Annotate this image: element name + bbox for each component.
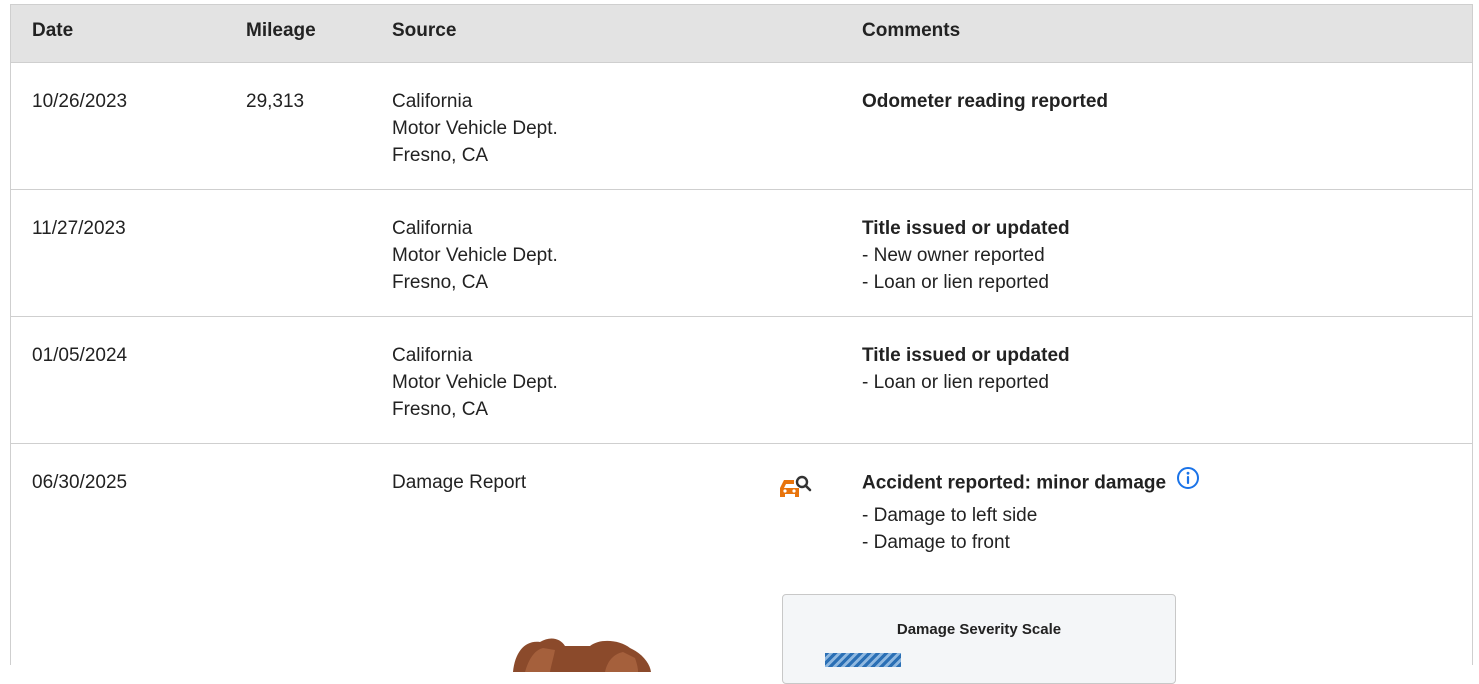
comment-line: - Loan or lien reported: [862, 272, 1049, 293]
table-row: 06/30/2025 Damage Report Accident report…: [11, 443, 1472, 665]
header-mileage: Mileage: [246, 20, 316, 41]
comment-title: Odometer reading reported: [862, 91, 1108, 112]
table-header: Date Mileage Source Comments: [11, 5, 1472, 63]
damage-severity-scale-card: Damage Severity Scale: [782, 594, 1176, 684]
row-date: 10/26/2023: [32, 91, 128, 112]
source-line: Fresno, CA: [392, 272, 489, 293]
source-line: California: [392, 91, 473, 112]
row-source: California Motor Vehicle Dept. Fresno, C…: [392, 88, 558, 169]
source-line: Motor Vehicle Dept.: [392, 245, 558, 266]
comment-title: Title issued or updated: [862, 345, 1070, 366]
header-date: Date: [32, 20, 74, 41]
row-date: 01/05/2024: [32, 345, 128, 366]
row-comments: Accident reported: minor damage - Damage…: [862, 466, 1200, 556]
header-source: Source: [392, 20, 457, 41]
damaged-car-image: [495, 632, 665, 677]
table-row: 10/26/2023 29,313 California Motor Vehic…: [11, 62, 1472, 190]
comment-line: - Damage to front: [862, 532, 1010, 553]
comment-line: - Loan or lien reported: [862, 372, 1049, 393]
row-mileage: 29,313: [246, 91, 305, 112]
row-source: Damage Report: [392, 469, 526, 496]
header-comments: Comments: [862, 20, 961, 41]
row-source: California Motor Vehicle Dept. Fresno, C…: [392, 215, 558, 296]
severity-title: Damage Severity Scale: [896, 621, 1062, 638]
source-line: California: [392, 218, 473, 239]
comment-title: Accident reported: minor damage: [862, 466, 1200, 498]
row-comments: Title issued or updated - Loan or lien r…: [862, 342, 1070, 396]
comment-line: - Damage to left side: [862, 505, 1038, 526]
source-line: Motor Vehicle Dept.: [392, 118, 558, 139]
row-date: 11/27/2023: [32, 218, 126, 239]
car-damage-search-icon: [777, 473, 813, 511]
source-line: Fresno, CA: [392, 145, 489, 166]
info-circle-icon[interactable]: [1176, 466, 1200, 498]
source-line: California: [392, 345, 473, 366]
comment-title-text: Accident reported: minor damage: [862, 472, 1167, 494]
source-line: Damage Report: [392, 472, 527, 493]
row-comments: Odometer reading reported: [862, 88, 1108, 115]
vehicle-history-table: Date Mileage Source Comments 10/26/2023 …: [10, 4, 1473, 665]
table-row: 01/05/2024 California Motor Vehicle Dept…: [11, 316, 1472, 444]
source-line: Motor Vehicle Dept.: [392, 372, 558, 393]
comment-line: - New owner reported: [862, 245, 1045, 266]
source-line: Fresno, CA: [392, 399, 489, 420]
comment-title: Title issued or updated: [862, 218, 1070, 239]
table-row: 11/27/2023 California Motor Vehicle Dept…: [11, 189, 1472, 317]
row-comments: Title issued or updated - New owner repo…: [862, 215, 1070, 296]
row-source: California Motor Vehicle Dept. Fresno, C…: [392, 342, 558, 423]
row-date: 06/30/2025: [32, 472, 128, 493]
